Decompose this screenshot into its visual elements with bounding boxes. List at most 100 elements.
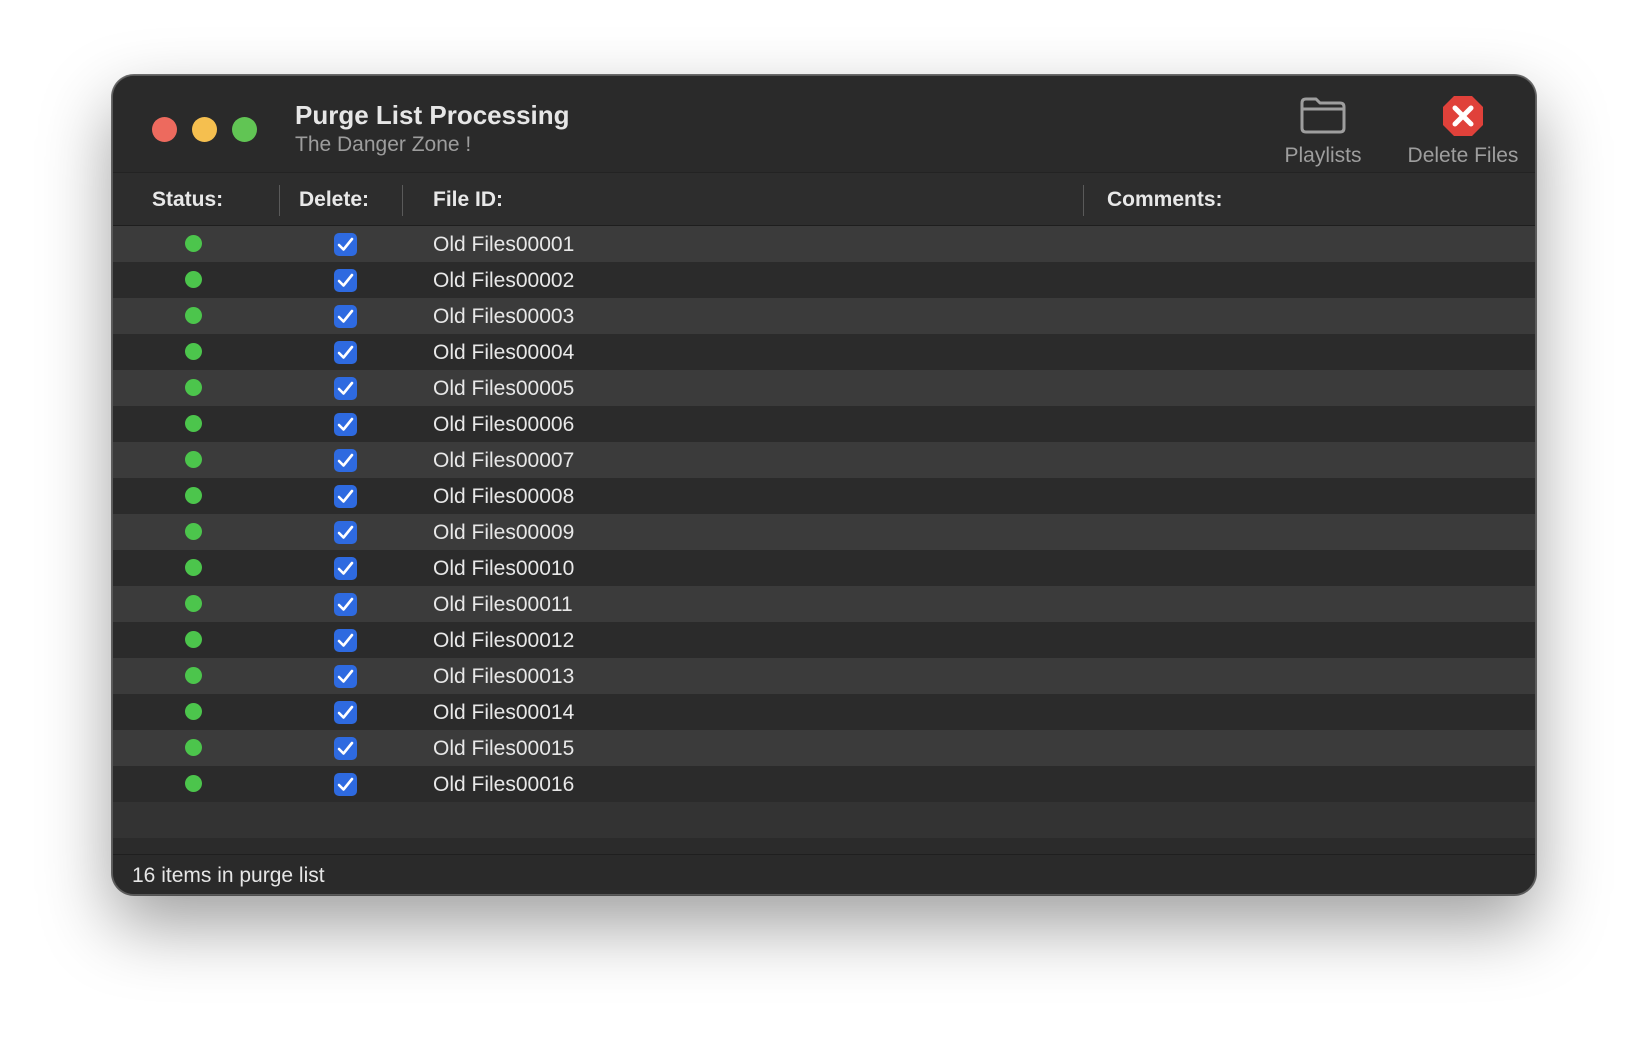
column-header-comments[interactable]: Comments: — [1107, 188, 1223, 212]
status-indicator-icon — [185, 739, 202, 756]
table-row[interactable]: Old Files00011 — [113, 586, 1535, 622]
column-header-status[interactable]: Status: — [152, 188, 223, 212]
table-row[interactable]: Old Files00010 — [113, 550, 1535, 586]
status-indicator-icon — [185, 235, 202, 252]
status-indicator-icon — [185, 595, 202, 612]
status-indicator-icon — [185, 307, 202, 324]
delete-x-icon — [1378, 94, 1535, 138]
file-id-cell: Old Files00003 — [433, 305, 575, 328]
file-id-cell: Old Files00002 — [433, 269, 575, 292]
delete-checkbox[interactable] — [334, 629, 357, 652]
delete-checkbox[interactable] — [334, 449, 357, 472]
file-id-cell: Old Files00004 — [433, 341, 575, 364]
column-divider[interactable] — [279, 185, 280, 216]
file-id-cell: Old Files00007 — [433, 449, 575, 472]
delete-checkbox[interactable] — [334, 233, 357, 256]
delete-files-button[interactable]: Delete Files — [1378, 94, 1535, 168]
file-id-cell: Old Files00013 — [433, 665, 575, 688]
table-row[interactable]: Old Files00005 — [113, 370, 1535, 406]
checkmark-icon — [337, 345, 354, 359]
delete-checkbox[interactable] — [334, 269, 357, 292]
minimize-window-button[interactable] — [192, 117, 217, 142]
zoom-window-button[interactable] — [232, 117, 257, 142]
table-header: Status: Delete: File ID: Comments: — [113, 172, 1535, 226]
status-bar: 16 items in purge list — [113, 854, 1535, 894]
file-id-cell: Old Files00001 — [433, 233, 575, 256]
item-count-label: 16 items in purge list — [132, 864, 325, 887]
checkmark-icon — [337, 633, 354, 647]
delete-checkbox[interactable] — [334, 773, 357, 796]
purge-table-body: Old Files00001 Old Files00002 Old Files000… — [113, 226, 1535, 874]
table-row[interactable]: Old Files00004 — [113, 334, 1535, 370]
table-row[interactable]: Old Files00008 — [113, 478, 1535, 514]
file-id-cell: Old Files00008 — [433, 485, 575, 508]
status-indicator-icon — [185, 667, 202, 684]
table-row[interactable]: Old Files00006 — [113, 406, 1535, 442]
delete-checkbox[interactable] — [334, 701, 357, 724]
table-row[interactable]: Old Files00016 — [113, 766, 1535, 802]
status-indicator-icon — [185, 379, 202, 396]
file-id-cell: Old Files00016 — [433, 773, 575, 796]
checkmark-icon — [337, 381, 354, 395]
window-subtitle: The Danger Zone ! — [295, 133, 472, 156]
table-row[interactable]: Old Files00015 — [113, 730, 1535, 766]
checkmark-icon — [337, 597, 354, 611]
checkmark-icon — [337, 741, 354, 755]
status-indicator-icon — [185, 775, 202, 792]
checkmark-icon — [337, 669, 354, 683]
purge-list-window: Purge List Processing The Danger Zone ! … — [112, 75, 1536, 895]
checkmark-icon — [337, 561, 354, 575]
status-indicator-icon — [185, 271, 202, 288]
file-id-cell: Old Files00011 — [433, 593, 573, 616]
checkmark-icon — [337, 417, 354, 431]
delete-checkbox[interactable] — [334, 521, 357, 544]
file-id-cell: Old Files00015 — [433, 737, 575, 760]
close-window-button[interactable] — [152, 117, 177, 142]
table-row[interactable]: Old Files00012 — [113, 622, 1535, 658]
playlists-label: Playlists — [1284, 144, 1362, 167]
status-indicator-icon — [185, 451, 202, 468]
column-divider[interactable] — [1083, 185, 1084, 216]
table-row[interactable]: Old Files00003 — [113, 298, 1535, 334]
table-row[interactable]: Old Files00007 — [113, 442, 1535, 478]
checkmark-icon — [337, 273, 354, 287]
file-id-cell: Old Files00005 — [433, 377, 575, 400]
delete-checkbox[interactable] — [334, 341, 357, 364]
checkmark-icon — [337, 237, 354, 251]
delete-checkbox[interactable] — [334, 413, 357, 436]
status-indicator-icon — [185, 559, 202, 576]
checkmark-icon — [337, 489, 354, 503]
status-indicator-icon — [185, 415, 202, 432]
playlists-button[interactable]: Playlists — [1263, 94, 1383, 168]
file-id-cell: Old Files00012 — [433, 629, 575, 652]
table-row[interactable]: Old Files00001 — [113, 226, 1535, 262]
file-id-cell: Old Files00010 — [433, 557, 575, 580]
column-divider[interactable] — [402, 185, 403, 216]
table-row[interactable]: Old Files00013 — [113, 658, 1535, 694]
column-header-file-id[interactable]: File ID: — [433, 188, 503, 212]
delete-checkbox[interactable] — [334, 377, 357, 400]
checkmark-icon — [337, 453, 354, 467]
table-row[interactable]: Old Files00014 — [113, 694, 1535, 730]
status-indicator-icon — [185, 487, 202, 504]
table-row[interactable]: Old Files00002 — [113, 262, 1535, 298]
delete-checkbox[interactable] — [334, 665, 357, 688]
checkmark-icon — [337, 525, 354, 539]
delete-files-label: Delete Files — [1407, 144, 1519, 167]
folder-icon — [1263, 94, 1383, 138]
window-title: Purge List Processing — [295, 100, 570, 130]
status-indicator-icon — [185, 631, 202, 648]
status-indicator-icon — [185, 703, 202, 720]
table-row[interactable]: Old Files00009 — [113, 514, 1535, 550]
file-id-cell: Old Files00006 — [433, 413, 575, 436]
checkmark-icon — [337, 705, 354, 719]
titlebar: Purge List Processing The Danger Zone ! … — [113, 76, 1535, 172]
empty-row — [113, 802, 1535, 838]
delete-checkbox[interactable] — [334, 737, 357, 760]
delete-checkbox[interactable] — [334, 485, 357, 508]
file-id-cell: Old Files00009 — [433, 521, 575, 544]
column-header-delete[interactable]: Delete: — [299, 188, 369, 212]
delete-checkbox[interactable] — [334, 305, 357, 328]
delete-checkbox[interactable] — [334, 593, 357, 616]
delete-checkbox[interactable] — [334, 557, 357, 580]
